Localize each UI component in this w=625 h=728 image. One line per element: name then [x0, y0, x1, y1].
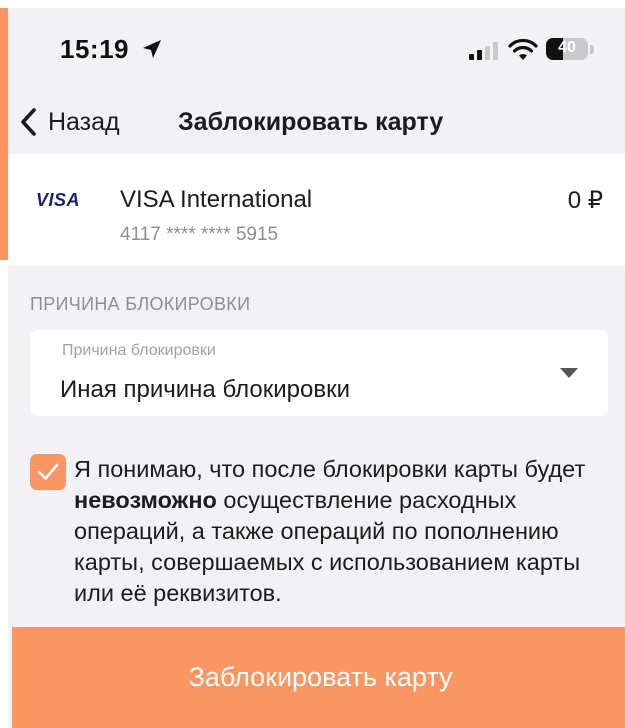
status-time: 15:19 — [60, 34, 129, 64]
wifi-icon — [508, 38, 538, 60]
nav-bar: Назад Заблокировать карту — [8, 92, 625, 152]
consent-checkbox[interactable] — [30, 454, 66, 490]
reason-select[interactable]: Причина блокировки Иная причина блокиров… — [30, 330, 608, 416]
card-name: VISA International — [120, 186, 313, 213]
status-bar: 15:19 40 — [8, 8, 625, 88]
card-balance: 0 ₽ — [567, 187, 603, 214]
battery-icon: 40 — [546, 38, 588, 60]
screen: 15:19 40 Назад Заблокировать карту VISA … — [8, 8, 625, 728]
back-label: Назад — [48, 107, 120, 136]
battery-cap — [590, 45, 594, 54]
battery-percent: 40 — [558, 39, 576, 56]
consent-text-before: Я понимаю, что после блокировки карты бу… — [74, 456, 586, 482]
reason-select-label: Причина блокировки — [62, 342, 216, 359]
checkmark-icon — [37, 463, 59, 480]
card-number: 4117 **** **** 5915 — [120, 224, 279, 245]
consent-text: Я понимаю, что после блокировки карты бу… — [74, 454, 614, 609]
reason-section-header: ПРИЧИНА БЛОКИРОВКИ — [30, 294, 251, 314]
card-item: VISA VISA International 4117 **** **** 5… — [8, 154, 625, 266]
chevron-down-icon — [560, 368, 578, 378]
reason-select-value: Иная причина блокировки — [60, 376, 350, 403]
visa-logo: VISA — [36, 190, 81, 210]
page-title: Заблокировать карту — [178, 108, 444, 136]
consent-text-bold: невозможно — [74, 487, 217, 513]
chevron-left-icon — [21, 108, 36, 136]
location-arrow-icon — [143, 40, 161, 58]
edge-accent — [0, 8, 8, 260]
back-button[interactable]: Назад — [18, 102, 120, 142]
cellular-signal-icon — [469, 42, 498, 60]
block-card-button[interactable]: Заблокировать карту — [12, 627, 625, 728]
